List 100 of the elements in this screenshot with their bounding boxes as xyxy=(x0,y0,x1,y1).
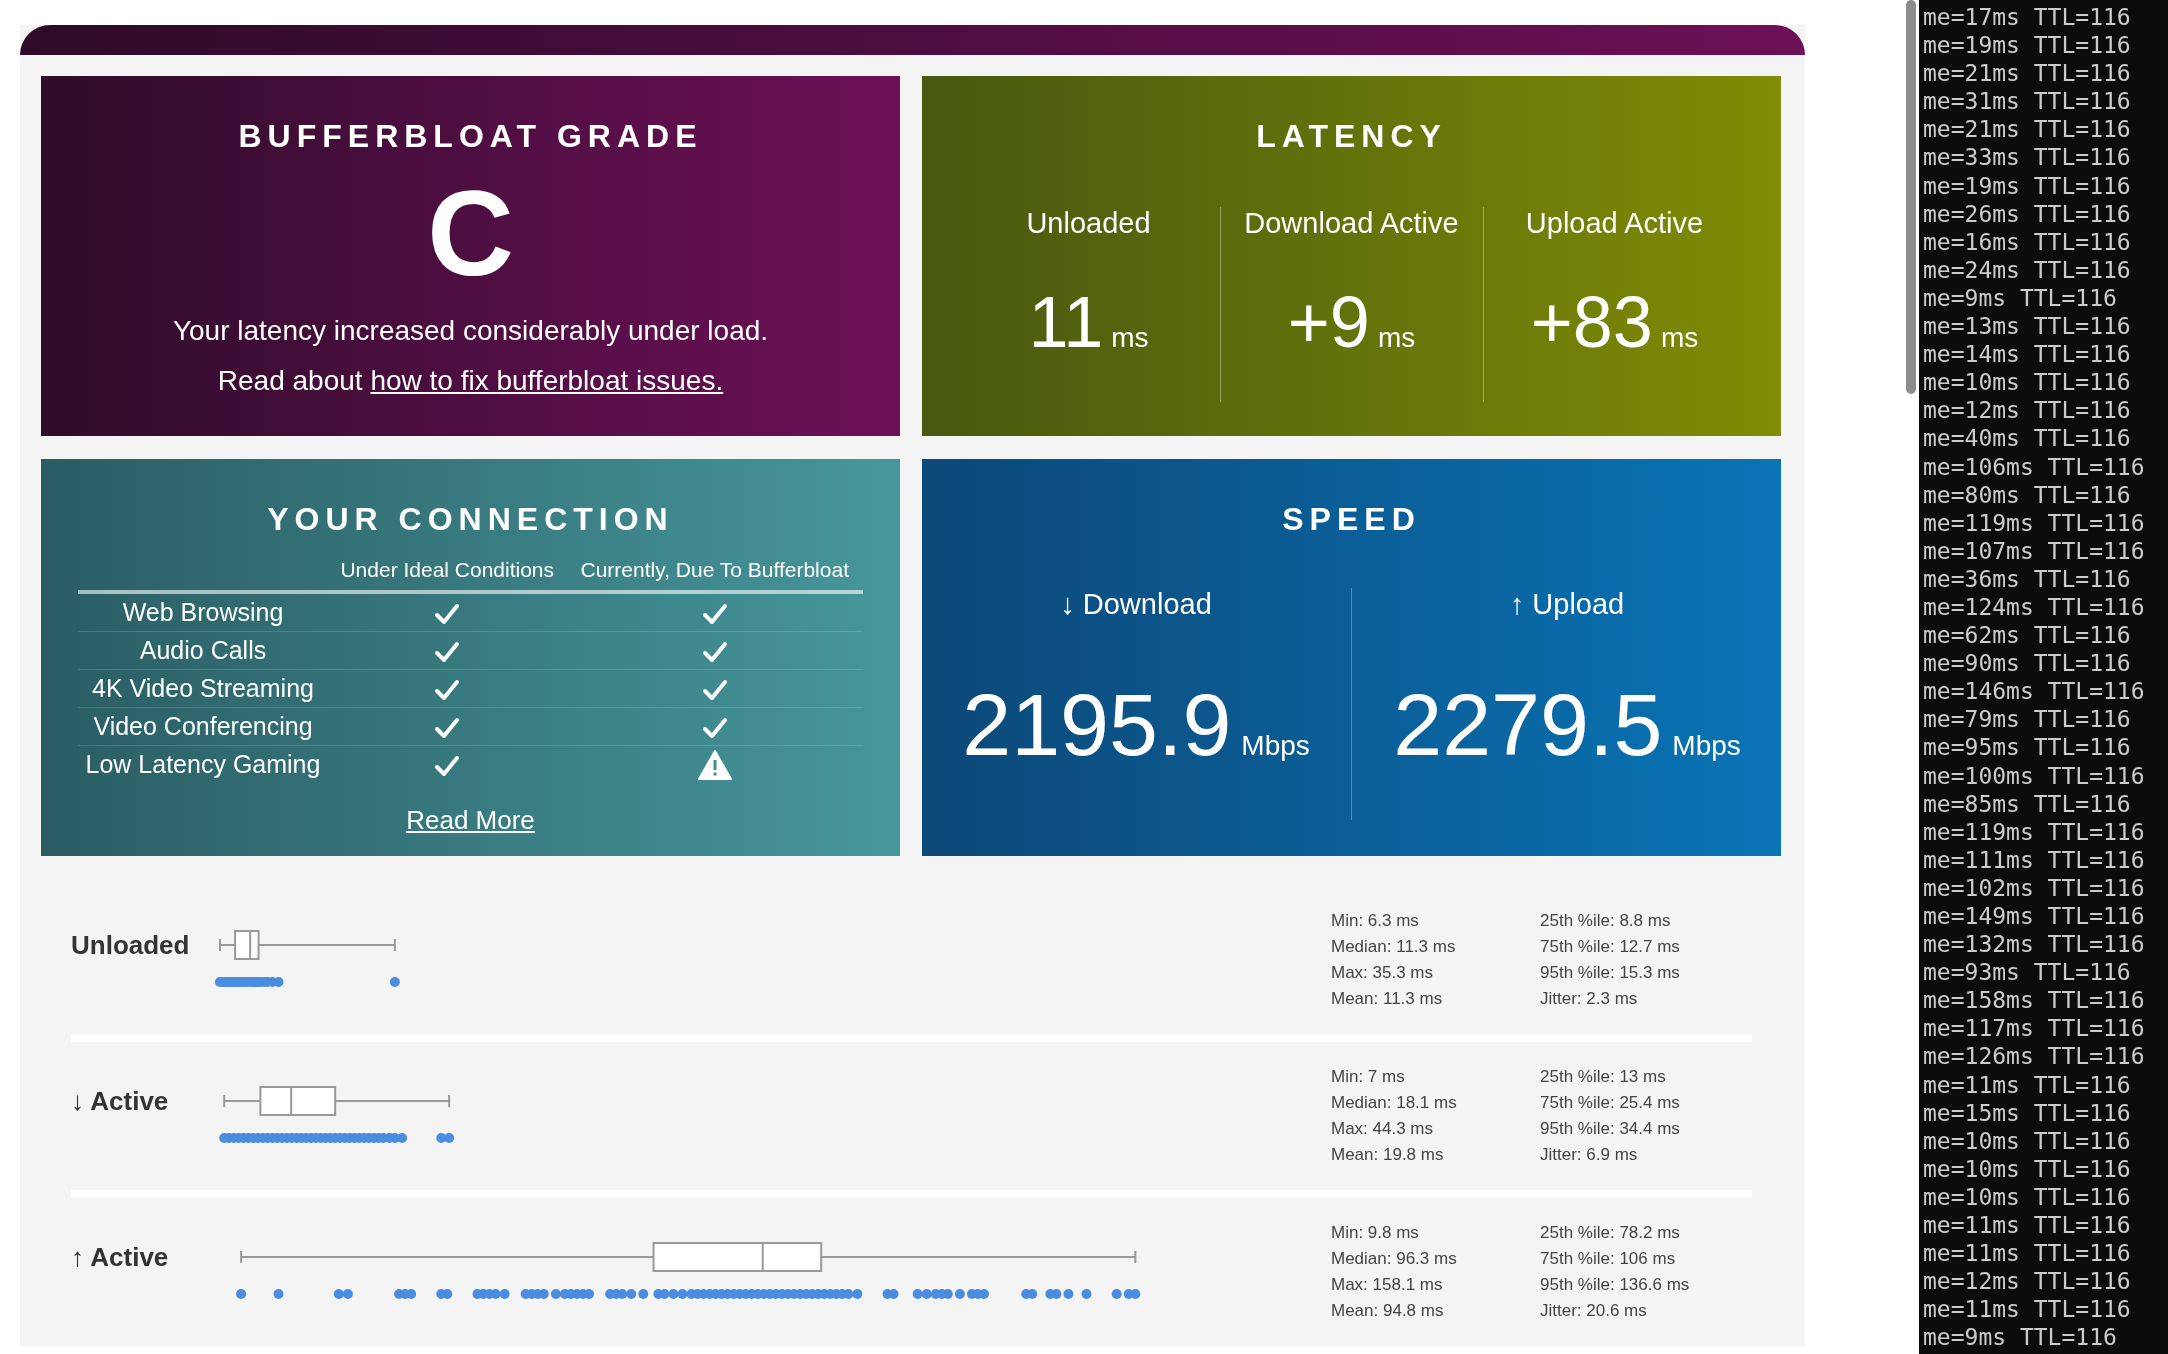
terminal-line: me=124ms TTL=116 xyxy=(1923,592,2146,622)
terminal-line: me=93ms TTL=116 xyxy=(1923,958,2132,987)
terminal-line: me=11ms TTL=116 xyxy=(1923,1070,2132,1099)
stat-text: 75th %ile: 106 ms xyxy=(1540,1248,1677,1270)
latency-value: 11 xyxy=(1028,286,1104,358)
terminal-line: me=19ms TTL=116 xyxy=(1923,171,2132,200)
terminal-line: me=158ms TTL=116 xyxy=(1923,986,2146,1015)
stat-text: Max: 44.3 ms xyxy=(1331,1118,1435,1140)
latency-value: +9 xyxy=(1287,286,1370,358)
terminal-line: me=13ms TTL=116 xyxy=(1923,312,2132,341)
terminal-line: me=11ms TTL=116 xyxy=(1923,1239,2132,1268)
stat-text: Median: 18.1 ms xyxy=(1331,1092,1458,1114)
unit-label: ms xyxy=(1111,322,1149,354)
terminal-line: me=79ms TTL=116 xyxy=(1923,705,2132,734)
terminal-line: me=126ms TTL=116 xyxy=(1923,1042,2146,1071)
unit-label: ms xyxy=(1660,322,1699,354)
scrollbar-thumb[interactable] xyxy=(1906,0,1916,394)
latency-label: Download Active xyxy=(1244,207,1459,240)
panel-title: BUFFERBLOAT GRADE xyxy=(238,118,703,155)
terminal-line: me=19ms TTL=116 xyxy=(1923,31,2132,60)
stat-text: Max: 35.3 ms xyxy=(1331,962,1435,984)
terminal-line: me=102ms TTL=116 xyxy=(1923,873,2146,902)
unit-label: Mbps xyxy=(1241,730,1310,762)
terminal-line: me=119ms TTL=116 xyxy=(1923,817,2146,846)
terminal-line: me=90ms TTL=116 xyxy=(1923,649,2132,678)
panel-title: YOUR CONNECTION xyxy=(267,501,674,538)
terminal-line: me=106ms TTL=116 xyxy=(1923,452,2146,481)
terminal-line: me=149ms TTL=116 xyxy=(1923,902,2146,931)
panel-title: LATENCY xyxy=(1256,118,1447,155)
unit-label: ms xyxy=(1377,322,1416,354)
terminal-line: me=10ms TTL=116 xyxy=(1923,1182,2132,1212)
stat-text: Jitter: 20.6 ms xyxy=(1540,1300,1648,1322)
terminal-line: me=21ms TTL=116 xyxy=(1923,115,2132,144)
stat-text: 75th %ile: 25.4 ms xyxy=(1540,1092,1681,1114)
terminal-line: me=10ms TTL=116 xyxy=(1923,1126,2132,1155)
stat-text: Min: 7 ms xyxy=(1331,1066,1406,1088)
terminal-line: me=11ms TTL=116 xyxy=(1923,1211,2132,1240)
stat-text: Min: 6.3 ms xyxy=(1331,910,1420,932)
fix-link[interactable]: how to fix bufferbloat issues. xyxy=(370,365,724,396)
speed-label: ↓ Download xyxy=(1060,588,1212,621)
terminal-line: me=80ms TTL=116 xyxy=(1923,480,2132,509)
terminal-line: me=111ms TTL=116 xyxy=(1923,845,2146,874)
stat-text: Jitter: 2.3 ms xyxy=(1540,988,1639,1010)
read-more-link[interactable]: Read More xyxy=(406,805,535,836)
terminal-line: me=15ms TTL=116 xyxy=(1923,1098,2132,1127)
column-header: Currently, Due To Bufferbloat xyxy=(566,558,863,592)
stat-text: Median: 11.3 ms xyxy=(1331,936,1457,958)
unit-label: Mbps xyxy=(1672,730,1741,762)
stat-text: 25th %ile: 8.8 ms xyxy=(1540,910,1672,932)
stat-text: Max: 158.1 ms xyxy=(1331,1274,1444,1296)
latency-label: Unloaded xyxy=(1026,207,1151,240)
row-label: Unloaded xyxy=(71,929,191,962)
panel-title: SPEED xyxy=(1282,501,1421,538)
terminal-line: me=12ms TTL=116 xyxy=(1923,396,2132,425)
activity-cell: Audio Calls xyxy=(78,631,328,670)
terminal-line: me=62ms TTL=116 xyxy=(1923,621,2132,650)
terminal-line: me=119ms TTL=116 xyxy=(1923,508,2146,537)
stat-text: Mean: 94.8 ms xyxy=(1331,1300,1445,1322)
latency-value: +83 xyxy=(1530,286,1653,358)
terminal-line: me=24ms TTL=116 xyxy=(1923,255,2132,284)
terminal-line: me=85ms TTL=116 xyxy=(1923,789,2132,818)
terminal-line: me=9ms TTL=116 xyxy=(1923,283,2118,313)
terminal-line: me=107ms TTL=116 xyxy=(1923,536,2146,565)
terminal-line: me=16ms TTL=116 xyxy=(1923,227,2132,256)
activity-cell: Video Conferencing xyxy=(78,707,328,746)
terminal-line: me=36ms TTL=116 xyxy=(1923,564,2132,593)
speed-label: ↑ Upload xyxy=(1509,588,1625,621)
row-label: ↓ Active xyxy=(71,1085,170,1118)
speed-value: 2195.9 xyxy=(962,681,1232,769)
terminal-line: me=11ms TTL=116 xyxy=(1923,1295,2132,1324)
terminal-line: me=26ms TTL=116 xyxy=(1923,199,2132,228)
row-label: ↑ Active xyxy=(71,1241,170,1274)
speed-value: 2279.5 xyxy=(1393,681,1663,769)
column-header: Under Ideal Conditions xyxy=(328,558,567,592)
terminal-line: me=146ms TTL=116 xyxy=(1923,677,2146,706)
latency-label: Upload Active xyxy=(1525,207,1704,240)
terminal-line: me=95ms TTL=116 xyxy=(1923,733,2132,762)
stat-text: 95th %ile: 136.6 ms xyxy=(1540,1274,1691,1296)
terminal-line: me=117ms TTL=116 xyxy=(1923,1014,2146,1043)
terminal-line: me=14ms TTL=116 xyxy=(1923,340,2132,369)
grade-letter: C xyxy=(427,173,514,293)
terminal-line: me=33ms TTL=116 xyxy=(1923,143,2132,172)
activity-cell: Web Browsing xyxy=(78,592,328,632)
stat-text: Min: 9.8 ms xyxy=(1331,1222,1420,1244)
stat-text: 25th %ile: 78.2 ms xyxy=(1540,1222,1681,1244)
terminal-line: me=132ms TTL=116 xyxy=(1923,930,2146,959)
stat-text: Median: 96.3 ms xyxy=(1331,1248,1458,1270)
terminal-line: me=12ms TTL=116 xyxy=(1923,1267,2132,1296)
grade-message: Your latency increased considerably under load. xyxy=(172,315,769,347)
terminal-line: me=100ms TTL=116 xyxy=(1923,761,2146,790)
stat-text: Jitter: 6.9 ms xyxy=(1540,1144,1639,1166)
terminal-line: me=10ms TTL=116 xyxy=(1923,1154,2132,1183)
terminal-line: me=10ms TTL=116 xyxy=(1923,368,2132,397)
stat-text: 75th %ile: 12.7 ms xyxy=(1540,936,1681,958)
activity-cell: Low Latency Gaming xyxy=(78,745,328,783)
activity-cell: 4K Video Streaming xyxy=(78,669,328,708)
fix-sentence: Read about how to fix bufferbloat issues. xyxy=(217,365,724,397)
stat-text: 95th %ile: 15.3 ms xyxy=(1540,962,1681,984)
stat-text: Mean: 11.3 ms xyxy=(1331,988,1444,1010)
terminal-line: me=17ms TTL=116 xyxy=(1923,3,2132,32)
